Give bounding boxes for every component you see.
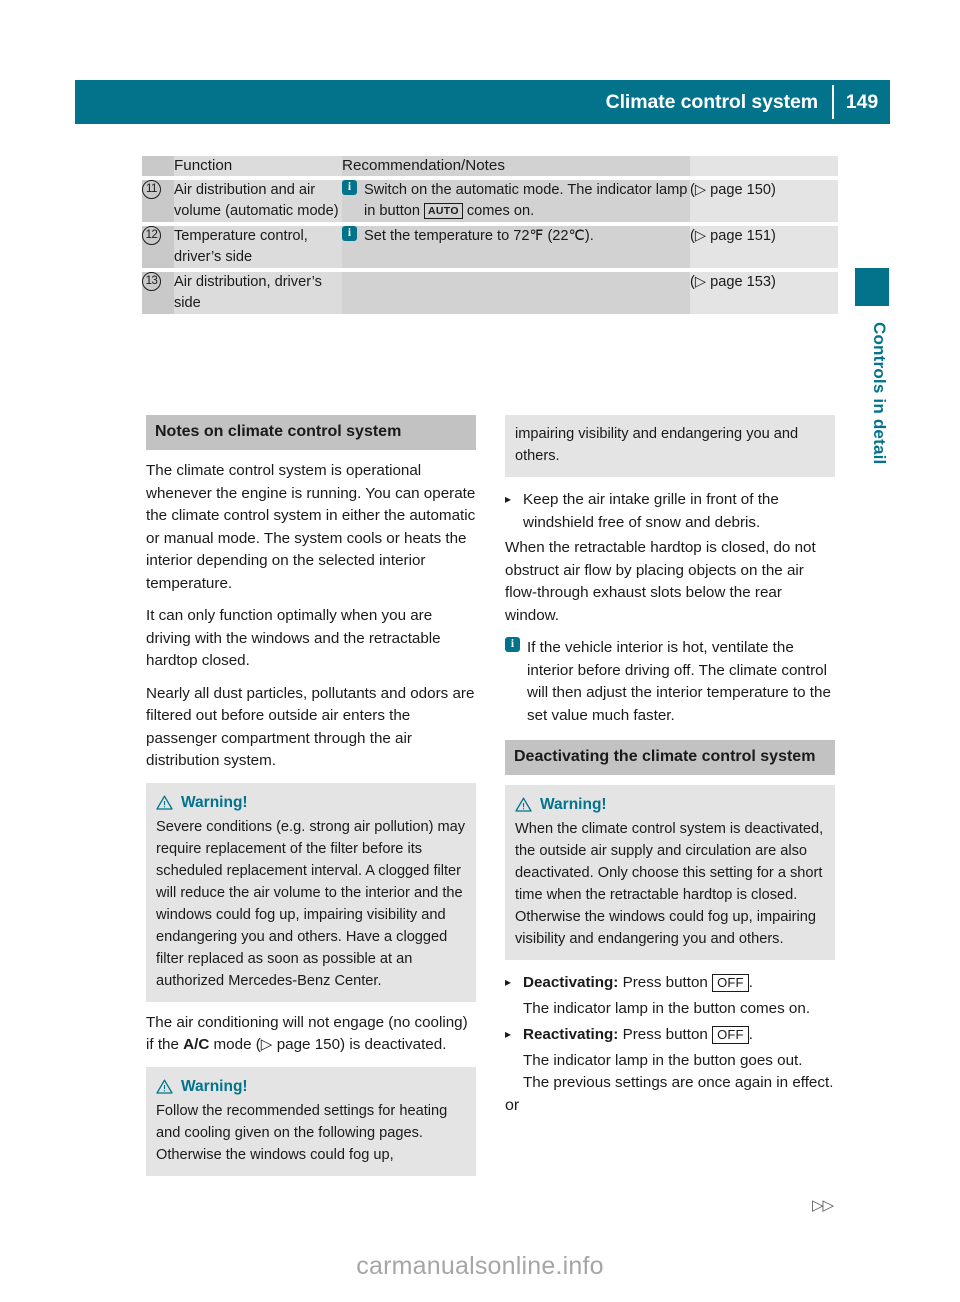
info-icon: i: [342, 226, 357, 241]
circled-number-icon: 13: [142, 272, 161, 291]
col-header-number: [142, 156, 174, 176]
warning-title: Warning!: [181, 793, 248, 811]
warning-title: Warning!: [181, 1077, 248, 1095]
warning-triangle-icon: [156, 1079, 173, 1094]
instruction-step-deactivating: ▸ Deactivating: Press button OFF.: [505, 972, 835, 995]
paragraph-ac-mode: The air conditioning will not engage (no…: [146, 1012, 476, 1057]
reactivating-text-pre: Press button: [618, 1026, 713, 1043]
warning-box: Warning! Severe conditions (e.g. strong …: [146, 782, 476, 1002]
row-reference-cell: (▷ page 151): [690, 226, 838, 268]
instruction-step-text: Keep the air intake grille in front of t…: [523, 491, 779, 531]
off-button-glyph: OFF: [712, 974, 749, 992]
row-recommendation-cell: i Switch on the automatic mode. The indi…: [342, 180, 690, 222]
page-reference-link[interactable]: (▷ page 153): [690, 274, 776, 290]
deactivating-text-post: .: [748, 974, 753, 991]
off-button-glyph: OFF: [712, 1026, 749, 1044]
row-function-cell: Air distribution and air volume (automat…: [174, 180, 342, 222]
info-note: i If the vehicle interior is hot, ventil…: [505, 637, 835, 727]
chapter-tab-marker: [855, 268, 889, 306]
warning-title: Warning!: [540, 796, 607, 813]
section-heading-notes: Notes on climate control system: [146, 415, 476, 450]
row-recommendation-cell: i Set the temperature to 72℉ (22℃).: [342, 226, 690, 268]
info-icon: i: [505, 637, 520, 652]
chapter-tab-label: Controls in detail: [870, 322, 889, 465]
table-row: 13 Air distribution, driver’s side (▷ pa…: [142, 272, 838, 314]
row-number-cell: 13: [142, 272, 174, 314]
row-function-cell: Air distribution, driver’s side: [174, 272, 342, 314]
function-reference-table: Function Recommendation/Notes 11 Air dis…: [142, 156, 838, 314]
step-triangle-icon: ▸: [505, 1027, 512, 1041]
warning-body: When the climate control system is deact…: [515, 821, 824, 947]
warning-title-row: Warning!: [156, 792, 466, 813]
table-header-row: Function Recommendation/Notes: [142, 156, 838, 176]
instruction-step-reactivating: ▸ Reactivating: Press button OFF.: [505, 1024, 835, 1047]
table-row: 12 Temperature control, driver’s side i …: [142, 226, 838, 268]
warning-title-row: Warning!: [515, 794, 825, 815]
paragraph: The climate control system is operationa…: [146, 462, 476, 592]
instruction-step-text: Deactivating: Press button OFF.: [523, 972, 835, 995]
step-result-text: The indicator lamp in the button goes ou…: [523, 1051, 803, 1069]
row-number-cell: 12: [142, 226, 174, 268]
reactivating-label: Reactivating:: [523, 1026, 619, 1043]
section-heading-deactivating: Deactivating the climate control system: [505, 740, 835, 775]
paragraph: When the retractable hardtop is closed, …: [505, 539, 816, 624]
page-header: Climate control system 149: [75, 80, 890, 124]
continuation-arrow-icon: ▷▷: [812, 1197, 834, 1214]
warning-triangle-icon: [515, 797, 532, 812]
or-connector: or: [505, 1096, 520, 1114]
right-text-column: impairing visibility and endangering you…: [505, 415, 835, 1115]
row-recommendation-text: Set the temperature to 72℉ (22℃).: [364, 228, 594, 244]
deactivating-text-pre: Press button: [618, 974, 713, 991]
table-row: 11 Air distribution and air volume (auto…: [142, 180, 838, 222]
warning-triangle-icon: [156, 795, 173, 810]
page-reference-link[interactable]: (▷ page 151): [690, 228, 776, 244]
warning-box: Warning! When the climate control system…: [505, 785, 835, 960]
page-title: Climate control system: [605, 90, 818, 113]
warning-box-continuation: impairing visibility and endangering you…: [505, 415, 835, 477]
step-triangle-icon: ▸: [505, 975, 512, 989]
deactivating-label: Deactivating:: [523, 974, 619, 991]
row-function-cell: Temperature control, driver’s side: [174, 226, 342, 268]
instruction-step: ▸ Keep the air intake grille in front of…: [505, 489, 835, 534]
col-header-recommendation: Recommendation/Notes: [342, 156, 690, 176]
paragraph: It can only function optimally when you …: [146, 607, 441, 669]
page-number: 149: [845, 90, 879, 113]
ac-mode-label: A/C: [183, 1036, 210, 1053]
left-text-column: Notes on climate control system The clim…: [146, 415, 476, 1186]
watermark: carmanualsonline.info: [356, 1252, 604, 1280]
circled-number-icon: 11: [142, 180, 161, 199]
warning-body: Severe conditions (e.g. strong air pollu…: [156, 818, 466, 989]
instruction-step-text: Reactivating: Press button OFF.: [523, 1024, 835, 1047]
row-number-cell: 11: [142, 180, 174, 222]
warning-body: Follow the recommended settings for heat…: [156, 1102, 448, 1163]
rec-text-post: comes on.: [462, 203, 535, 219]
auto-button-glyph: AUTO: [424, 203, 463, 219]
warning-title-row: Warning!: [156, 1076, 466, 1097]
warning-box: Warning! Follow the recommended settings…: [146, 1066, 476, 1176]
step-result-text: The previous settings are once again in …: [523, 1074, 834, 1091]
row-recommendation-text: Switch on the automatic mode. The indica…: [364, 180, 690, 222]
circled-number-icon: 12: [142, 226, 161, 245]
info-note-text: If the vehicle interior is hot, ventilat…: [527, 639, 831, 724]
paragraph: Nearly all dust particles, pollutants an…: [146, 684, 475, 770]
col-header-reference: [690, 156, 838, 176]
step-result-text: The indicator lamp in the button comes o…: [523, 999, 811, 1017]
page-reference-link[interactable]: (▷ page 150): [690, 182, 776, 198]
info-icon: i: [342, 180, 357, 195]
paragraph-text-post: mode (▷ page 150) is deactivated.: [209, 1036, 447, 1053]
row-recommendation-cell: [342, 272, 690, 314]
warning-body-continued: impairing visibility and endangering you…: [515, 426, 799, 464]
col-header-function: Function: [174, 156, 342, 176]
row-reference-cell: (▷ page 153): [690, 272, 838, 314]
step-triangle-icon: ▸: [505, 492, 512, 506]
reactivating-text-post: .: [748, 1026, 753, 1043]
row-reference-cell: (▷ page 150): [690, 180, 838, 222]
